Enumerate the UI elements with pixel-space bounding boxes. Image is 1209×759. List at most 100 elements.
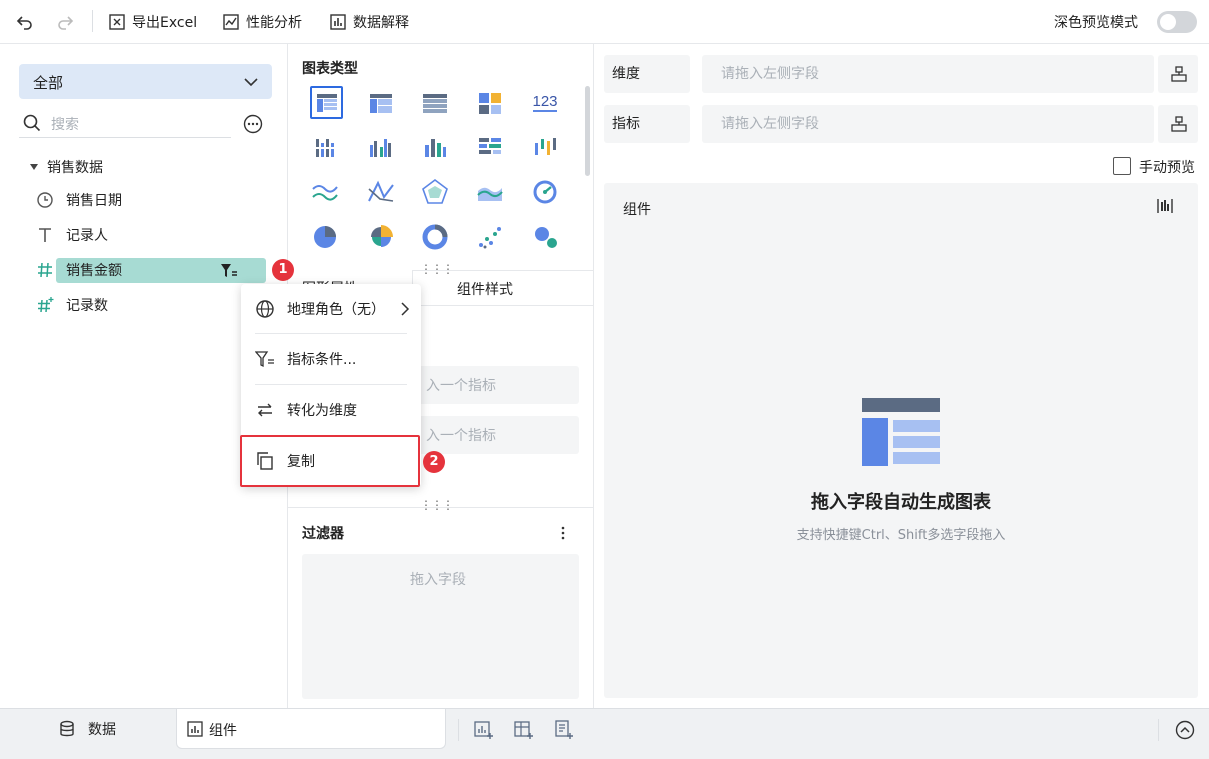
dataset-name: 销售数据: [47, 160, 103, 176]
more-vertical-icon[interactable]: [560, 525, 566, 541]
field-label: 销售日期: [66, 193, 122, 209]
canvas-panel: 维度 请拖入左侧字段 指标 请拖入左侧字段 手动预览 组件 拖入字段自动生成图表…: [594, 44, 1209, 708]
menu-item-label: 指标条件...: [287, 352, 357, 368]
toolbar: 导出Excel 性能分析 数据解释 深色预览模式: [0, 0, 1209, 44]
excel-icon: [109, 14, 125, 30]
empty-state-title: 拖入字段自动生成图表: [811, 492, 991, 513]
add-filter-component-icon[interactable]: [554, 720, 574, 740]
dataset-node[interactable]: 销售数据: [0, 153, 288, 181]
toolbar-divider: [92, 10, 93, 32]
database-icon: [60, 720, 74, 737]
performance-analysis-label: 性能分析: [246, 15, 302, 31]
tab-component-label: 组件: [209, 723, 237, 739]
field-item-row: 销售金额: [0, 256, 288, 284]
detail-table-icon[interactable]: [420, 88, 450, 118]
filter-title: 过滤器: [302, 526, 344, 542]
text-icon: [39, 228, 51, 242]
radar-line-icon[interactable]: [366, 177, 396, 207]
area-chart-icon[interactable]: [475, 177, 505, 207]
chevron-down-icon: [244, 78, 258, 87]
number-card-icon[interactable]: 123: [530, 88, 560, 118]
field-label: 记录人: [66, 228, 108, 244]
undo-button[interactable]: [16, 11, 34, 33]
hierarchy-icon: [1171, 66, 1187, 82]
tab-component[interactable]: 组件: [176, 709, 446, 749]
splitter-handle[interactable]: ⋮⋮⋮: [420, 498, 454, 512]
redo-button[interactable]: [56, 11, 74, 33]
dark-preview-toggle[interactable]: [1157, 11, 1197, 33]
tab-component-style[interactable]: 组件样式: [412, 270, 594, 306]
menu-item-metric-condition[interactable]: 指标条件...: [241, 334, 421, 384]
performance-analysis-button[interactable]: 性能分析: [222, 11, 302, 33]
hash-icon: [38, 262, 52, 278]
svg-text:123: 123: [532, 93, 557, 110]
undo-icon: [16, 16, 32, 30]
field-label: 记录数: [66, 298, 108, 314]
menu-item-label: 转化为维度: [287, 403, 357, 419]
data-explain-label: 数据解释: [353, 15, 409, 31]
search-icon: [23, 114, 41, 132]
chart-types-title: 图表类型: [302, 61, 358, 77]
collapse-up-icon[interactable]: [1175, 720, 1195, 740]
empty-table-icon: [862, 398, 940, 466]
add-table-icon[interactable]: [514, 720, 534, 740]
bubble-chart-icon[interactable]: [530, 222, 560, 252]
filter-drop-placeholder: 拖入字段: [410, 572, 466, 588]
field-label: 销售金额: [66, 263, 122, 279]
hierarchy-icon: [1171, 116, 1187, 132]
component-canvas[interactable]: 组件 拖入字段自动生成图表 支持快捷键Ctrl、Shift多选字段拖入: [604, 183, 1198, 698]
manual-preview-checkbox[interactable]: [1113, 157, 1131, 175]
line-chart-icon[interactable]: [310, 177, 340, 207]
metric-shelf-label: 指标: [604, 105, 690, 143]
metric-slot-placeholder: 入一个指标: [426, 378, 496, 394]
column-chart-icon[interactable]: [420, 133, 450, 163]
menu-item-convert-dimension[interactable]: 转化为维度: [241, 385, 421, 435]
dimension-drop-zone[interactable]: 请拖入左侧字段: [702, 55, 1154, 93]
pie-chart-icon[interactable]: [310, 222, 340, 252]
manual-preview-label: 手动预览: [1139, 160, 1195, 176]
tab-component-style-label: 组件样式: [457, 282, 513, 298]
export-excel-label: 导出Excel: [132, 15, 198, 31]
grouped-bar-icon[interactable]: [366, 133, 396, 163]
gauge-icon[interactable]: [530, 177, 560, 207]
filter-icon[interactable]: [220, 263, 238, 279]
dark-preview-label: 深色预览模式: [1054, 15, 1138, 31]
menu-item-geo-role[interactable]: 地理角色（无）: [241, 284, 421, 334]
export-excel-button[interactable]: 导出Excel: [108, 11, 197, 33]
metric-slot-placeholder: 入一个指标: [426, 428, 496, 444]
hash-star-icon: [38, 297, 54, 313]
search-placeholder: 搜索: [51, 117, 79, 133]
metric-drop-zone[interactable]: 请拖入左侧字段: [702, 105, 1154, 143]
tab-data[interactable]: 数据: [58, 719, 116, 739]
cross-table-icon[interactable]: [366, 88, 396, 118]
kpi-card-icon[interactable]: [475, 88, 505, 118]
chart-type-table[interactable]: [310, 86, 343, 119]
filter-drop-zone[interactable]: 拖入字段: [302, 554, 579, 699]
redo-icon: [58, 16, 74, 30]
rose-chart-icon[interactable]: [366, 222, 396, 252]
radar-chart-icon[interactable]: [420, 177, 450, 207]
metric-hierarchy-button[interactable]: [1158, 105, 1198, 143]
horizontal-bar-icon[interactable]: [475, 133, 505, 163]
chart-switch-icon[interactable]: [1156, 197, 1174, 215]
field-search[interactable]: 搜索: [19, 110, 231, 138]
chart-types-scrollbar[interactable]: [585, 86, 590, 176]
more-options-icon[interactable]: [243, 114, 263, 134]
menu-item-label: 地理角色（无）: [287, 302, 385, 318]
caret-down-icon: [30, 164, 38, 170]
add-chart-icon[interactable]: [474, 720, 494, 740]
range-bar-icon[interactable]: [530, 133, 560, 163]
field-item[interactable]: 记录人: [0, 221, 288, 249]
component-title: 组件: [623, 202, 651, 218]
data-explain-button[interactable]: 数据解释: [329, 11, 409, 33]
scope-select[interactable]: 全部: [19, 64, 272, 99]
scatter-chart-icon[interactable]: [475, 222, 505, 252]
dimension-shelf-label: 维度: [604, 55, 690, 93]
chart-line-icon: [223, 14, 239, 30]
filter-icon: [255, 351, 274, 368]
dimension-hierarchy-button[interactable]: [1158, 55, 1198, 93]
bar-diverging-icon[interactable]: [310, 133, 340, 163]
donut-chart-icon[interactable]: [420, 222, 450, 252]
globe-icon: [256, 300, 274, 318]
field-item[interactable]: 销售日期: [0, 186, 288, 214]
